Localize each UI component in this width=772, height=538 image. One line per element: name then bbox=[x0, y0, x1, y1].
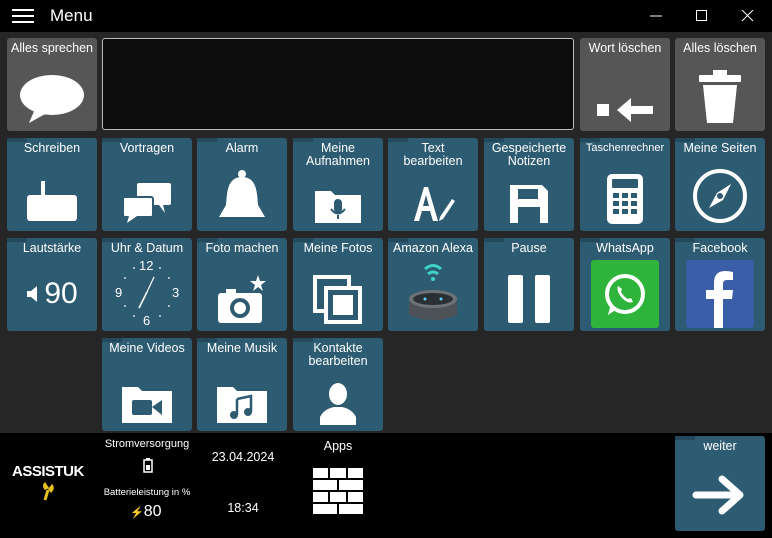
my-pages-label: Meine Seiten bbox=[683, 141, 757, 155]
window-title: Menu bbox=[50, 6, 93, 25]
alexa-speaker-icon bbox=[388, 259, 478, 325]
speak-all-label: Alles sprechen bbox=[11, 41, 93, 55]
text-pencil-icon bbox=[388, 181, 478, 225]
next-label: weiter bbox=[703, 439, 737, 453]
amazon-alexa-tile[interactable]: Amazon Alexa bbox=[388, 238, 478, 331]
next-button[interactable]: weiter bbox=[675, 436, 765, 531]
edit-contacts-tile[interactable]: Kontakte bearbeiten bbox=[293, 338, 383, 431]
edit-text-tile[interactable]: Text bearbeiten bbox=[388, 138, 478, 231]
power-label: Stromversorgung bbox=[104, 438, 190, 450]
my-photos-label: Meine Fotos bbox=[303, 241, 373, 255]
volume-value: 90 bbox=[44, 277, 78, 310]
maximize-icon bbox=[696, 10, 707, 21]
whatsapp-logo-icon bbox=[580, 259, 670, 329]
pause-tile[interactable]: Pause bbox=[484, 238, 574, 331]
whatsapp-label: WhatsApp bbox=[596, 241, 654, 255]
speaker-icon bbox=[27, 286, 38, 302]
logo-hands-icon bbox=[43, 482, 54, 501]
analog-clock-icon: 12 3 6 9 bbox=[115, 258, 179, 328]
my-videos-label: Meine Videos bbox=[109, 341, 185, 355]
footer-bar: ASSISTUK Stromversorgung Batterieleistun… bbox=[0, 433, 772, 538]
chat-bubbles-icon bbox=[102, 181, 192, 225]
saved-notes-label: Gespeicherte Notizen bbox=[491, 141, 567, 168]
logo-text: ASSISTUK bbox=[12, 463, 84, 480]
charging-icon: ⚡ bbox=[130, 507, 144, 519]
folder-microphone-icon bbox=[293, 185, 383, 225]
close-icon bbox=[741, 10, 754, 22]
camera-icon bbox=[197, 273, 287, 325]
whatsapp-tile[interactable]: WhatsApp bbox=[580, 238, 670, 331]
keyboard-icon bbox=[7, 177, 97, 225]
trash-icon bbox=[675, 69, 765, 125]
menu-icon[interactable] bbox=[12, 9, 34, 23]
folder-video-icon bbox=[102, 381, 192, 425]
delete-word-label: Wort löschen bbox=[588, 41, 662, 55]
delete-all-button[interactable]: Alles löschen bbox=[675, 38, 765, 131]
time-display: 18:34 bbox=[227, 501, 259, 515]
facebook-tile[interactable]: Facebook bbox=[675, 238, 765, 331]
present-tile[interactable]: Vortragen bbox=[102, 138, 192, 231]
alarm-label: Alarm bbox=[225, 141, 259, 155]
person-icon bbox=[293, 381, 383, 425]
my-videos-tile[interactable]: Meine Videos bbox=[102, 338, 192, 431]
take-photo-label: Foto machen bbox=[205, 241, 279, 255]
speak-all-button[interactable]: Alles sprechen bbox=[7, 38, 97, 131]
my-photos-tile[interactable]: Meine Fotos bbox=[293, 238, 383, 331]
bell-icon bbox=[197, 169, 287, 225]
minimize-icon bbox=[650, 15, 662, 17]
backspace-arrow-icon bbox=[580, 95, 670, 125]
battery-value: 80 bbox=[143, 503, 162, 520]
floppy-disk-icon bbox=[484, 183, 574, 225]
arrow-right-icon bbox=[675, 473, 765, 517]
battery-icon bbox=[143, 458, 153, 473]
clock-date-label: Uhr & Datum bbox=[110, 241, 184, 255]
delete-all-label: Alles löschen bbox=[683, 41, 757, 55]
apps-button[interactable]: Apps bbox=[293, 433, 383, 533]
my-recordings-tile[interactable]: Meine Aufnahmen bbox=[293, 138, 383, 231]
text-output-field[interactable] bbox=[102, 38, 574, 130]
clock-date-tile[interactable]: Uhr & Datum 12 3 6 9 bbox=[102, 238, 192, 331]
present-label: Vortragen bbox=[119, 141, 175, 155]
facebook-label: Facebook bbox=[692, 241, 748, 255]
amazon-alexa-label: Amazon Alexa bbox=[393, 241, 473, 255]
volume-tile[interactable]: Lautstärke 90 bbox=[7, 238, 97, 331]
calculator-icon bbox=[580, 173, 670, 225]
take-photo-tile[interactable]: Foto machen bbox=[197, 238, 287, 331]
edit-contacts-label: Kontakte bearbeiten bbox=[308, 341, 368, 368]
assistuk-logo: ASSISTUK bbox=[12, 463, 92, 508]
compass-icon bbox=[675, 167, 765, 225]
bricks-grid-icon bbox=[313, 468, 363, 514]
pause-icon bbox=[484, 273, 574, 325]
saved-notes-tile[interactable]: Gespeicherte Notizen bbox=[484, 138, 574, 231]
minimize-button[interactable] bbox=[642, 4, 670, 28]
speech-bubble-icon bbox=[7, 73, 97, 125]
my-music-label: Meine Musik bbox=[206, 341, 278, 355]
maximize-button[interactable] bbox=[688, 4, 716, 28]
calculator-label: Taschenrechner bbox=[585, 142, 665, 154]
calculator-tile[interactable]: Taschenrechner bbox=[580, 138, 670, 231]
alarm-tile[interactable]: Alarm bbox=[197, 138, 287, 231]
my-pages-tile[interactable]: Meine Seiten bbox=[675, 138, 765, 231]
close-button[interactable] bbox=[734, 4, 762, 28]
title-bar: Menu bbox=[0, 0, 772, 32]
pause-label: Pause bbox=[511, 241, 547, 255]
delete-word-button[interactable]: Wort löschen bbox=[580, 38, 670, 131]
my-music-tile[interactable]: Meine Musik bbox=[197, 338, 287, 431]
facebook-logo-icon bbox=[675, 259, 765, 329]
battery-label: Batterieleistung in % bbox=[103, 487, 191, 498]
folder-music-icon bbox=[197, 381, 287, 425]
edit-text-label: Text bearbeiten bbox=[403, 141, 463, 168]
write-label: Schreiben bbox=[23, 141, 81, 155]
volume-label: Lautstärke bbox=[22, 241, 82, 255]
apps-label: Apps bbox=[323, 439, 353, 453]
photos-stack-icon bbox=[293, 275, 383, 325]
my-recordings-label: Meine Aufnahmen bbox=[306, 141, 370, 168]
date-display: 23.04.2024 bbox=[211, 450, 275, 464]
write-tile[interactable]: Schreiben bbox=[7, 138, 97, 231]
